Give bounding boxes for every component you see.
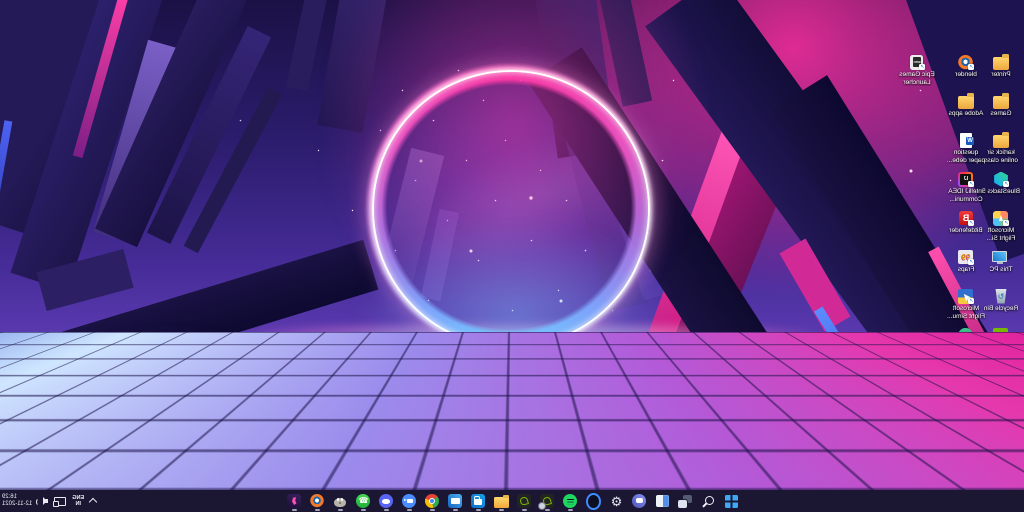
taskbar-app-zoom[interactable] xyxy=(401,491,418,511)
desktop-icon-epic-games-launcher[interactable]: Epic Games Launcher xyxy=(896,54,938,86)
desktop-icon-label: Epic Games Launcher xyxy=(896,71,938,86)
mirrored-ui-layer: Printer Games kartick sir online class B… xyxy=(0,0,1024,512)
geforce-icon xyxy=(517,494,532,509)
epic-games-icon xyxy=(909,54,926,70)
folder-icon xyxy=(958,93,975,109)
taskbar-app-whatsapp[interactable]: ☎ xyxy=(355,491,372,511)
desktop-icon-intellij-idea[interactable]: IntelliJ IDEA Communi... xyxy=(945,171,987,203)
desktop-icon-protonvpn[interactable]: ProtonVPN xyxy=(945,327,987,352)
word-document-icon xyxy=(958,132,975,148)
desktop-icon-steam[interactable]: Steam xyxy=(945,366,987,391)
folder-icon xyxy=(993,93,1010,109)
taskbar-app-microsoft-store[interactable] xyxy=(470,491,487,511)
taskbar: ⚙ ☎ ENGIN 16:2912- xyxy=(0,490,1024,512)
desktop-icon-adobe-apps[interactable]: Adobe apps xyxy=(945,93,987,118)
nvidia-icon xyxy=(993,327,1010,343)
fraps-icon: 99 xyxy=(958,249,975,265)
task-view-button[interactable] xyxy=(677,491,694,511)
taskbar-app-row: ⚙ ☎ xyxy=(286,490,740,512)
folder-icon xyxy=(993,132,1010,148)
search-button[interactable] xyxy=(700,491,717,511)
geforce-icon xyxy=(993,366,1010,382)
taskbar-app-geforce[interactable] xyxy=(516,491,533,511)
widgets-button[interactable] xyxy=(654,491,671,511)
desktop-icon-label: ProtonVPN xyxy=(945,344,987,352)
desktop-icon-microsoft-flight-simu[interactable]: Microsoft Flight Simu... xyxy=(945,288,987,320)
taskbar-app-file-explorer[interactable] xyxy=(493,491,510,511)
bitdefender-icon: B xyxy=(958,210,975,226)
blender-icon xyxy=(310,494,325,509)
taskbar-app-discord[interactable] xyxy=(378,491,395,511)
desktop-icon-label: Bitdefender xyxy=(945,227,987,235)
blender-icon xyxy=(958,54,975,70)
desktop-icon-label: Steam xyxy=(945,383,987,391)
start-button[interactable] xyxy=(723,491,740,511)
bluej-icon xyxy=(958,405,975,421)
discord-icon xyxy=(379,494,394,509)
mail-envelope-icon xyxy=(448,494,463,509)
store-bag-icon xyxy=(471,494,486,509)
intellij-icon xyxy=(958,171,975,187)
taskbar-app-gimp[interactable] xyxy=(332,491,349,511)
spotify-icon xyxy=(563,494,578,509)
desktop-icon-label: Fraps xyxy=(945,266,987,274)
desktop-icon-label: Adobe apps xyxy=(945,110,987,118)
taskbar-app-spotify[interactable] xyxy=(562,491,579,511)
chevron-up-icon xyxy=(89,498,97,506)
video-camera-icon xyxy=(402,494,417,509)
chrome-icon xyxy=(425,494,440,509)
msi-afterburner-icon xyxy=(993,405,1010,421)
geforce-badge-icon xyxy=(540,494,555,509)
bluestacks-icon xyxy=(993,171,1010,187)
folder-icon xyxy=(993,54,1010,70)
taskbar-app-blender[interactable] xyxy=(309,491,326,511)
taskbar-app-settings[interactable]: ⚙ xyxy=(608,491,625,511)
tray-time: 16:29 xyxy=(2,494,32,502)
recycle-bin-icon: ↻ xyxy=(993,288,1010,304)
game-icon xyxy=(287,494,302,509)
desktop-icon-label: IntelliJ IDEA Communi... xyxy=(945,188,987,203)
chat-icon xyxy=(632,494,647,509)
desktop-icon-label: question paper debe... xyxy=(945,149,987,164)
flight-simulator-icon xyxy=(993,210,1010,226)
taskbar-app-geforce-update[interactable] xyxy=(539,491,556,511)
chat-button[interactable] xyxy=(631,491,648,511)
steam-icon xyxy=(958,366,975,382)
desktop-icon-fraps[interactable]: 99Fraps xyxy=(945,249,987,274)
system-tray: ENGIN 16:2912-11-2021 xyxy=(2,490,96,512)
desktop-icon-bitdefender[interactable]: BBitdefender xyxy=(945,210,987,235)
clock[interactable]: 16:2912-11-2021 xyxy=(2,494,32,509)
widgets-icon xyxy=(655,494,670,509)
task-view-icon xyxy=(678,494,693,509)
taskbar-app-game[interactable] xyxy=(286,491,303,511)
volume-button[interactable] xyxy=(38,496,48,506)
search-icon xyxy=(701,494,716,509)
language-line2: IN xyxy=(72,501,84,507)
speaker-icon xyxy=(38,496,48,506)
network-icon xyxy=(54,497,66,506)
taskbar-app-chrome[interactable] xyxy=(424,491,441,511)
windows-logo-icon xyxy=(724,494,739,509)
folder-icon xyxy=(494,494,509,509)
network-button[interactable] xyxy=(54,497,66,506)
desktop-icon-label: blender xyxy=(945,71,987,79)
desktop-icon-label: BlueJ xyxy=(945,422,987,430)
taskbar-app-ring[interactable] xyxy=(585,491,602,511)
hidden-icons-button[interactable] xyxy=(90,497,96,505)
desktop-icon-label: Microsoft Flight Simu... xyxy=(945,305,987,320)
desktop-icon-blender[interactable]: blender xyxy=(945,54,987,79)
taskbar-app-mail[interactable] xyxy=(447,491,464,511)
desktop-icon-question-paper[interactable]: question paper debe... xyxy=(945,132,987,164)
monitor-icon xyxy=(993,249,1010,265)
desktop-screen: Printer Games kartick sir online class B… xyxy=(0,0,1024,512)
protonvpn-icon xyxy=(958,327,975,343)
gimp-icon xyxy=(333,494,348,509)
gear-icon: ⚙ xyxy=(609,494,624,509)
phone-icon: ☎ xyxy=(356,494,371,509)
flight-simulator-shortcut-icon xyxy=(958,288,975,304)
tray-date: 12-11-2021 xyxy=(2,501,32,509)
ring-app-icon xyxy=(586,494,601,509)
language-indicator[interactable]: ENGIN xyxy=(72,495,84,507)
desktop-icon-bluej[interactable]: BlueJ xyxy=(945,405,987,430)
